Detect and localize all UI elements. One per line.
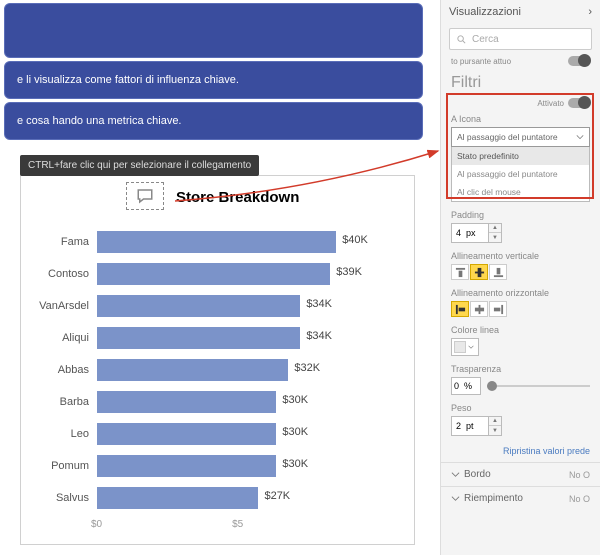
bar-row: Aliqui$34K (35, 322, 396, 353)
padding-input[interactable] (451, 223, 489, 243)
bar-label: Leo (35, 428, 97, 440)
info-band-1 (4, 3, 423, 58)
bar-row: Salvus$27K (35, 482, 396, 513)
icon-state-dropdown[interactable]: Al passaggio del puntatore (451, 127, 590, 147)
transparency-label: Trasparenza (451, 364, 590, 374)
chevron-down-icon (576, 133, 584, 141)
weight-input[interactable] (451, 416, 489, 436)
attivato-toggle[interactable] (568, 98, 590, 108)
bar-row: VanArsdel$34K (35, 290, 396, 321)
bar-row: Barba$30K (35, 386, 396, 417)
align-left-icon[interactable] (451, 301, 469, 317)
bar-label: VanArsdel (35, 300, 97, 312)
bar-row: Leo$30K (35, 418, 396, 449)
attivato-label: Attivato (537, 99, 564, 108)
search-input[interactable]: Cerca (449, 28, 592, 50)
align-center-icon[interactable] (470, 301, 488, 317)
chart-card[interactable]: Store Breakdown Fama$40KContoso$39KVanAr… (20, 175, 415, 545)
bar-label: Salvus (35, 492, 97, 504)
search-icon (456, 34, 467, 45)
align-top-icon[interactable] (451, 264, 469, 280)
halign-buttons (451, 301, 590, 317)
visualizations-panel: Visualizzazioni › Cerca to pursante attu… (440, 0, 600, 555)
chevron-right-icon[interactable]: › (588, 6, 592, 18)
active-toggle[interactable] (568, 56, 590, 66)
riempimento-section[interactable]: Riempimento No O (441, 486, 600, 510)
bar-label: Abbas (35, 364, 97, 376)
bar-label: Barba (35, 396, 97, 408)
align-right-icon[interactable] (489, 301, 507, 317)
spinner-buttons[interactable]: ▲▼ (489, 416, 502, 436)
color-swatch[interactable] (451, 338, 479, 356)
link-tooltip: CTRL+fare clic qui per selezionare il co… (20, 155, 259, 176)
chart-title: Store Breakdown (176, 189, 299, 206)
align-middle-icon[interactable] (470, 264, 488, 280)
dropdown-list: Stato predefinito Al passaggio del punta… (451, 147, 590, 202)
bar-label: Pomum (35, 460, 97, 472)
dropdown-option[interactable]: Stato predefinito (452, 147, 589, 165)
filtri-heading: Filtri (441, 68, 600, 96)
comment-icon[interactable] (126, 182, 164, 210)
bar-row: Fama$40K (35, 226, 396, 257)
chevron-down-icon (451, 494, 460, 503)
reset-link[interactable]: Ripristina valori prede (441, 440, 600, 462)
padding-label: Padding (451, 210, 590, 220)
valign-buttons (451, 264, 590, 280)
panel-title: Visualizzazioni (449, 6, 521, 18)
bar-row: Pomum$30K (35, 450, 396, 481)
chevron-down-icon (451, 470, 460, 479)
info-band-2: e li visualizza come fattori di influenz… (4, 61, 423, 99)
dropdown-option[interactable]: Al clic del mouse (452, 183, 589, 201)
weight-label: Peso (451, 403, 590, 413)
bar-row: Abbas$32K (35, 354, 396, 385)
spinner-buttons[interactable]: ▲▼ (489, 223, 502, 243)
transparency-input[interactable] (451, 377, 481, 395)
chevron-down-icon (468, 344, 474, 350)
dropdown-option[interactable]: Al passaggio del puntatore (452, 165, 589, 183)
toggle-label: to pursante attuo (451, 57, 511, 66)
bar-label: Aliqui (35, 332, 97, 344)
info-band-3: e cosa hando una metrica chiave. (4, 102, 423, 140)
bordo-section[interactable]: Bordo No O (441, 462, 600, 486)
bar-label: Contoso (35, 268, 97, 280)
icona-label: A Icona (451, 114, 590, 124)
halign-label: Allineamento orizzontale (451, 288, 590, 298)
bar-chart: Fama$40KContoso$39KVanArsdel$34KAliqui$3… (21, 218, 414, 513)
bar-row: Contoso$39K (35, 258, 396, 289)
color-label: Colore linea (451, 325, 590, 335)
x-axis: $0$5 (21, 519, 414, 530)
bar-label: Fama (35, 236, 97, 248)
valign-label: Allineamento verticale (451, 251, 590, 261)
transparency-slider[interactable] (487, 385, 590, 387)
align-bottom-icon[interactable] (489, 264, 507, 280)
